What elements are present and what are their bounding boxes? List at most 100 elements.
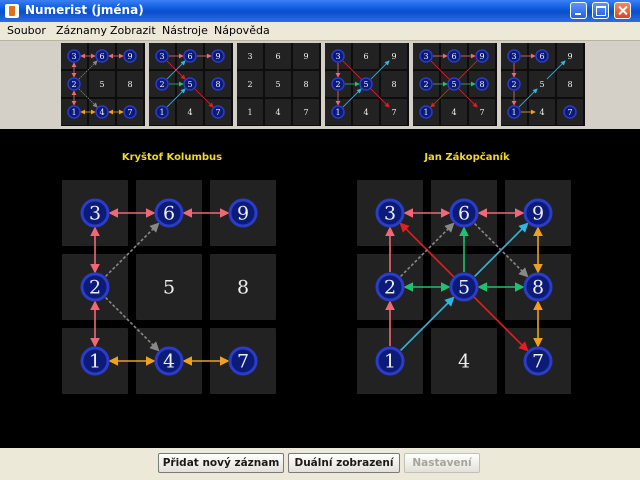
window-title: Numerist (jména) [25, 3, 144, 17]
person-name-left: Kryštof Kolumbus [121, 152, 223, 163]
grid-digit: 8 [479, 80, 484, 89]
grid-digit: 2 [384, 277, 396, 299]
grid-digit: 6 [539, 52, 544, 61]
main-view: Kryštof Kolumbus Jan Zákopčaník 3 6 9 2 5 8 1 4… [0, 130, 640, 448]
add-record-button[interactable]: Přidat nový záznam [158, 453, 284, 473]
grid-digit: 9 [567, 52, 572, 61]
grid-digit: 3 [159, 52, 164, 61]
grid-digit: 4 [363, 108, 368, 117]
grid-digit: 6 [363, 52, 368, 61]
grid-digit: 7 [237, 351, 249, 373]
grid-digit: 1 [71, 108, 76, 117]
bottom-toolbar: Přidat nový záznam Duální zobrazení Nast… [0, 448, 640, 480]
grid-digit: 3 [335, 52, 340, 61]
grid-digit: 7 [532, 351, 544, 373]
grid-digit: 2 [159, 80, 164, 89]
grid-digit: 8 [237, 277, 249, 299]
grid-digit: 8 [303, 80, 308, 89]
grid-digit: 4 [451, 108, 456, 117]
record-thumbnail[interactable]: 3 6 9 2 5 8 1 4 7 [501, 43, 585, 126]
grid-digit: 4 [539, 108, 544, 117]
person-name-right: Jan Zákopčaník [424, 152, 510, 163]
grid-digit: 1 [423, 108, 428, 117]
record-thumbnail[interactable]: 3 6 9 2 5 8 1 4 7 [237, 43, 321, 126]
grid-digit: 6 [458, 203, 470, 225]
grid-digit: 2 [335, 80, 340, 89]
grid-digit: 3 [511, 52, 516, 61]
minimize-button[interactable] [570, 2, 587, 19]
grid-digit: 1 [159, 108, 164, 117]
record-thumbnail[interactable]: 3 6 9 2 5 8 1 4 7 [325, 43, 409, 126]
grid-digit: 6 [451, 52, 456, 61]
grid-digit: 7 [479, 108, 484, 117]
menu-soubor[interactable]: Soubor [7, 24, 46, 37]
settings-button[interactable]: Nastavení [404, 453, 480, 473]
numerology-grid-left: 3 6 9 2 5 8 1 4 7 [62, 180, 276, 394]
grid-digit: 8 [532, 277, 544, 299]
grid-digit: 7 [215, 108, 220, 117]
grid-digit: 1 [247, 108, 252, 117]
title-bar[interactable]: Numerist (jména) [0, 0, 640, 22]
grid-digit: 6 [275, 52, 280, 61]
grid-digit: 1 [511, 108, 516, 117]
grid-digit: 5 [451, 80, 456, 89]
close-button[interactable] [614, 2, 631, 19]
grid-digit: 4 [99, 108, 104, 117]
grid-digit: 2 [511, 80, 516, 89]
grid-digit: 1 [89, 351, 101, 373]
grid-digit: 5 [187, 80, 192, 89]
grid-digit: 4 [275, 108, 280, 117]
grid-digit: 8 [127, 80, 132, 89]
menu-zobrazit[interactable]: Zobrazit [110, 24, 156, 37]
grid-digit: 2 [89, 277, 101, 299]
grid-digit: 7 [567, 108, 572, 117]
menu-nastroje[interactable]: Nástroje [162, 24, 208, 37]
java-app-icon [5, 4, 19, 18]
grid-digit: 1 [384, 351, 396, 373]
grid-digit: 3 [89, 203, 101, 225]
numerology-grid-right: 3 6 9 2 5 8 1 4 7 [357, 180, 571, 394]
grid-digit: 6 [187, 52, 192, 61]
grid-digit: 5 [363, 80, 368, 89]
grid-digit: 1 [335, 108, 340, 117]
grid-digit: 3 [423, 52, 428, 61]
grid-digit: 7 [303, 108, 308, 117]
grid-digit: 8 [391, 80, 396, 89]
grid-digit: 2 [247, 80, 252, 89]
grid-digit: 7 [391, 108, 396, 117]
grid-digit: 9 [303, 52, 308, 61]
record-thumbnail[interactable]: 3 6 9 2 5 8 1 4 7 [149, 43, 233, 126]
grid-digit: 9 [127, 52, 132, 61]
grid-digit: 6 [163, 203, 175, 225]
grid-digit: 4 [163, 351, 175, 373]
grid-digit: 2 [71, 80, 76, 89]
maximize-button[interactable] [592, 2, 609, 19]
grid-digit: 9 [532, 203, 544, 225]
grid-digit: 9 [479, 52, 484, 61]
record-thumbnail[interactable]: 3 6 9 2 5 8 1 4 7 [413, 43, 497, 126]
grid-digit: 5 [539, 80, 544, 89]
record-thumbnail[interactable]: 3 6 9 2 5 8 1 4 7 [61, 43, 145, 126]
grid-digit: 5 [99, 80, 104, 89]
grid-digit: 5 [275, 80, 280, 89]
grid-digit: 5 [163, 277, 175, 299]
dual-view-button[interactable]: Duální zobrazení [288, 453, 400, 473]
menu-zaznamy[interactable]: Záznamy [56, 24, 107, 37]
grid-digit: 2 [423, 80, 428, 89]
grid-digit: 4 [458, 351, 470, 373]
grid-digit: 6 [99, 52, 104, 61]
grid-digit: 3 [247, 52, 252, 61]
grid-digit: 8 [567, 80, 572, 89]
grid-digit: 3 [384, 203, 396, 225]
menu-napoveda[interactable]: Nápověda [214, 24, 270, 37]
grid-digit: 7 [127, 108, 132, 117]
grid-digit: 3 [71, 52, 76, 61]
grid-digit: 9 [237, 203, 249, 225]
grid-digit: 9 [391, 52, 396, 61]
grid-digit: 5 [458, 277, 470, 299]
grid-digit: 8 [215, 80, 220, 89]
thumbnail-strip: 369258147 369258147 369258147 369258147 … [0, 41, 640, 129]
menu-bar: Soubor Záznamy Zobrazit Nástroje Nápověd… [0, 22, 640, 41]
grid-digit: 9 [215, 52, 220, 61]
grid-digit: 4 [187, 108, 192, 117]
